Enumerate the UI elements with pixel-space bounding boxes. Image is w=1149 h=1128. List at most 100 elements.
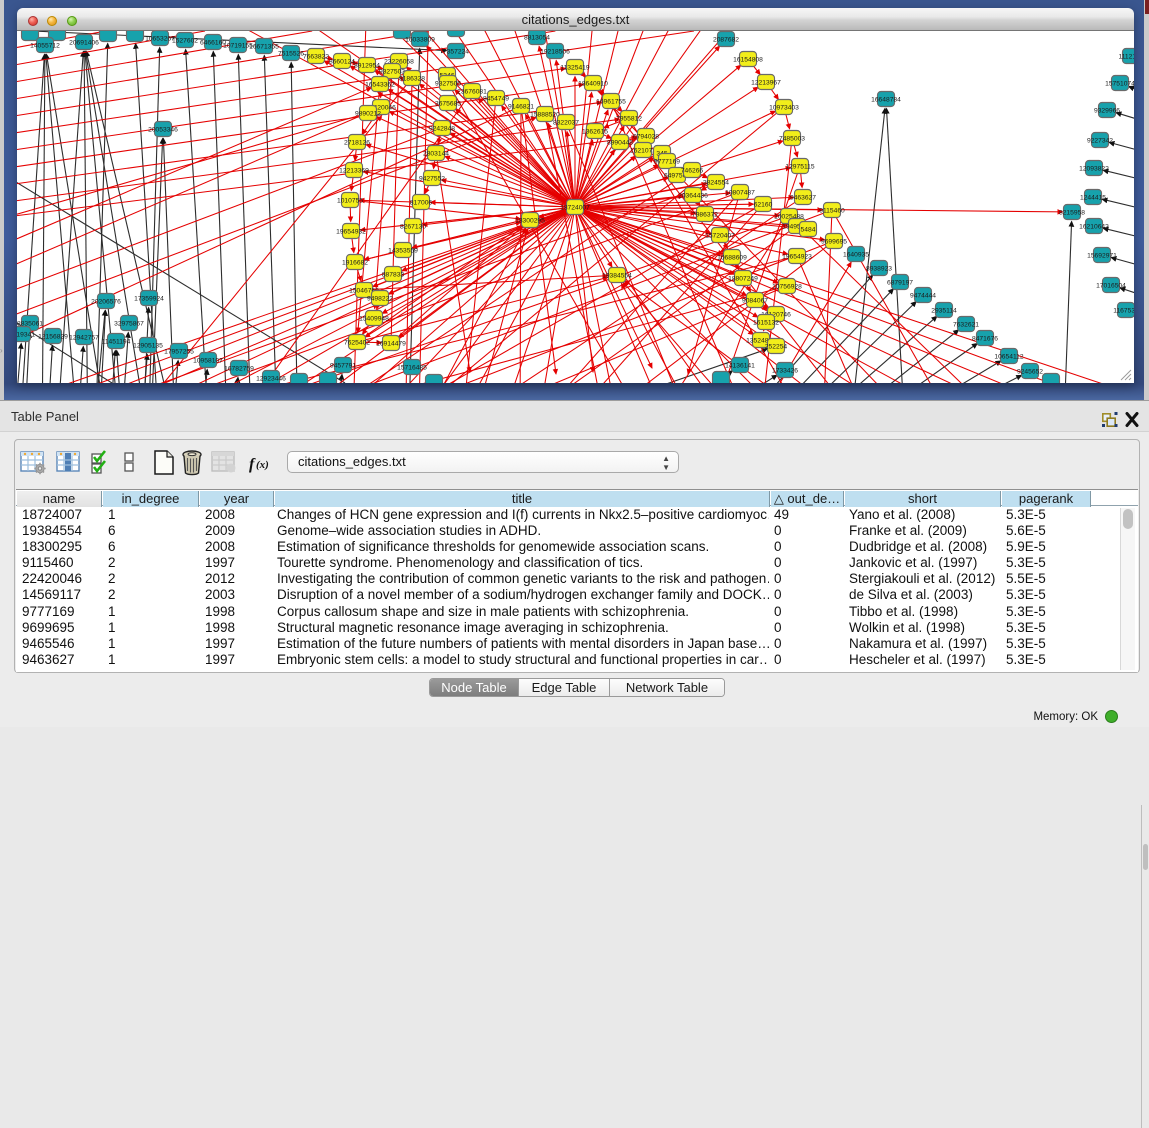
svg-text:12923446: 12923446	[256, 376, 286, 383]
svg-text:10958107: 10958107	[193, 358, 223, 365]
svg-text:14136141: 14136141	[725, 363, 755, 370]
svg-text:9084067: 9084067	[742, 298, 768, 305]
svg-text:12093822: 12093822	[1079, 166, 1109, 173]
svg-text:9115460: 9115460	[819, 208, 845, 215]
svg-text:20206576: 20206576	[91, 299, 121, 306]
svg-text:16961755: 16961755	[596, 99, 626, 106]
svg-text:9327505: 9327505	[435, 81, 461, 88]
svg-text:12213369: 12213369	[339, 168, 369, 175]
svg-text:18807249: 18807249	[728, 276, 758, 283]
svg-text:19218506: 19218506	[540, 49, 570, 56]
svg-text:6794028: 6794028	[633, 134, 659, 141]
svg-text:746266: 746266	[681, 168, 704, 175]
svg-text:7632621: 7632621	[953, 322, 979, 329]
svg-text:1010755: 1010755	[337, 198, 363, 205]
svg-text:9146821: 9146821	[508, 104, 534, 111]
svg-text:20053346: 20053346	[148, 127, 178, 134]
svg-text:17359924: 17359924	[134, 296, 164, 303]
svg-text:1244415: 1244415	[1080, 195, 1106, 202]
svg-text:5484: 5484	[801, 227, 816, 234]
svg-text:18300295: 18300295	[515, 218, 545, 225]
svg-text:10973403: 10973403	[769, 105, 799, 112]
svg-text:17957255: 17957255	[164, 349, 194, 356]
svg-text:16543362: 16543362	[365, 82, 395, 89]
svg-text:6879197: 6879197	[887, 280, 913, 287]
svg-text:11451194: 11451194	[102, 339, 131, 346]
svg-text:16154808: 16154808	[733, 57, 763, 64]
svg-text:1362615: 1362615	[582, 129, 608, 136]
svg-text:1167531: 1167531	[1113, 308, 1134, 315]
svg-text:11325419: 11325419	[560, 65, 590, 72]
svg-text:32975867: 32975867	[114, 321, 144, 328]
svg-text:62160: 62160	[754, 202, 773, 209]
svg-text:1112141: 1112141	[1118, 54, 1134, 61]
svg-text:14055712: 14055712	[30, 43, 60, 50]
svg-text:1527602: 1527602	[172, 38, 198, 45]
svg-text:9463627: 9463627	[790, 195, 816, 202]
svg-text:1615132: 1615132	[753, 320, 779, 327]
svg-text:9474444: 9474444	[910, 293, 936, 300]
svg-text:8938923: 8938923	[866, 266, 892, 273]
svg-text:2935114: 2935114	[931, 308, 957, 315]
svg-text:15716485: 15716485	[397, 365, 427, 372]
svg-text:18640910: 18640910	[578, 81, 608, 88]
svg-text:9245652: 9245652	[1017, 369, 1043, 376]
svg-text:8215958: 8215958	[1059, 210, 1085, 217]
svg-text:9329966: 9329966	[1094, 108, 1120, 115]
svg-text:16782759: 16782759	[224, 366, 254, 373]
svg-text:19384554: 19384554	[602, 273, 632, 280]
svg-text:8660124: 8660124	[329, 59, 355, 66]
svg-text:16648784: 16648784	[871, 97, 901, 104]
svg-text:7955812: 7955812	[616, 116, 642, 123]
svg-text:15888520: 15888520	[530, 112, 560, 119]
svg-text:2718126: 2718126	[344, 140, 370, 147]
svg-text:9777169: 9777169	[654, 159, 680, 166]
svg-text:1640935: 1640935	[843, 252, 869, 259]
svg-text:16914479: 16914479	[376, 341, 406, 348]
svg-text:817006: 817006	[410, 200, 433, 207]
svg-text:7357224: 7357224	[443, 49, 469, 56]
svg-text:3675685: 3675685	[435, 101, 461, 108]
svg-text:8813054: 8813054	[524, 35, 550, 42]
svg-text:10688609: 10688609	[717, 255, 747, 262]
svg-text:8322037: 8322037	[553, 120, 579, 127]
svg-text:7485003: 7485003	[779, 136, 805, 143]
svg-text:9699695: 9699695	[821, 239, 847, 246]
svg-text:(x): (x)	[256, 459, 269, 471]
svg-text:9242848: 9242848	[429, 126, 455, 133]
svg-text:252254: 252254	[765, 344, 788, 351]
svg-text:9457791: 9457791	[330, 363, 356, 370]
svg-text:23676081: 23676081	[457, 89, 487, 96]
svg-text:3919341: 3919341	[17, 332, 35, 339]
svg-text:18724007: 18724007	[560, 205, 590, 212]
svg-text:2087682: 2087682	[713, 37, 739, 44]
svg-text:7986372: 7986372	[692, 212, 718, 219]
svg-text:8990448: 8990448	[607, 140, 633, 147]
svg-text:16671355: 16671355	[249, 44, 279, 51]
svg-text:8912954: 8912954	[354, 63, 380, 70]
svg-text:8454749: 8454749	[483, 96, 509, 103]
svg-text:7663822: 7663822	[303, 54, 329, 61]
svg-text:7625402: 7625402	[344, 340, 370, 347]
svg-text:19654932: 19654932	[336, 229, 366, 236]
svg-text:9890212: 9890212	[355, 111, 381, 118]
svg-text:9227342: 9227342	[1087, 138, 1113, 145]
svg-text:19654923: 19654923	[782, 254, 812, 261]
svg-text:15720407: 15720407	[705, 233, 735, 240]
svg-text:15751074: 15751074	[1105, 81, 1134, 88]
svg-text:3824554: 3824554	[703, 180, 729, 187]
svg-text:10756928: 10756928	[772, 284, 802, 291]
svg-text:7515526: 7515526	[278, 51, 304, 58]
svg-text:15692971: 15692971	[1087, 253, 1117, 260]
svg-text:20691406: 20691406	[69, 40, 99, 47]
svg-text:12942757: 12942757	[69, 335, 99, 342]
svg-text:8471676: 8471676	[972, 336, 998, 343]
svg-text:8267130: 8267130	[400, 224, 426, 231]
svg-text:16210643: 16210643	[1079, 224, 1109, 231]
svg-text:9498222: 9498222	[367, 296, 393, 303]
svg-text:16033809: 16033809	[405, 37, 435, 44]
svg-text:887833: 887833	[382, 272, 405, 279]
svg-text:12905135: 12905135	[133, 343, 163, 350]
svg-text:1733426: 1733426	[772, 368, 798, 375]
svg-text:9327503: 9327503	[379, 69, 405, 76]
